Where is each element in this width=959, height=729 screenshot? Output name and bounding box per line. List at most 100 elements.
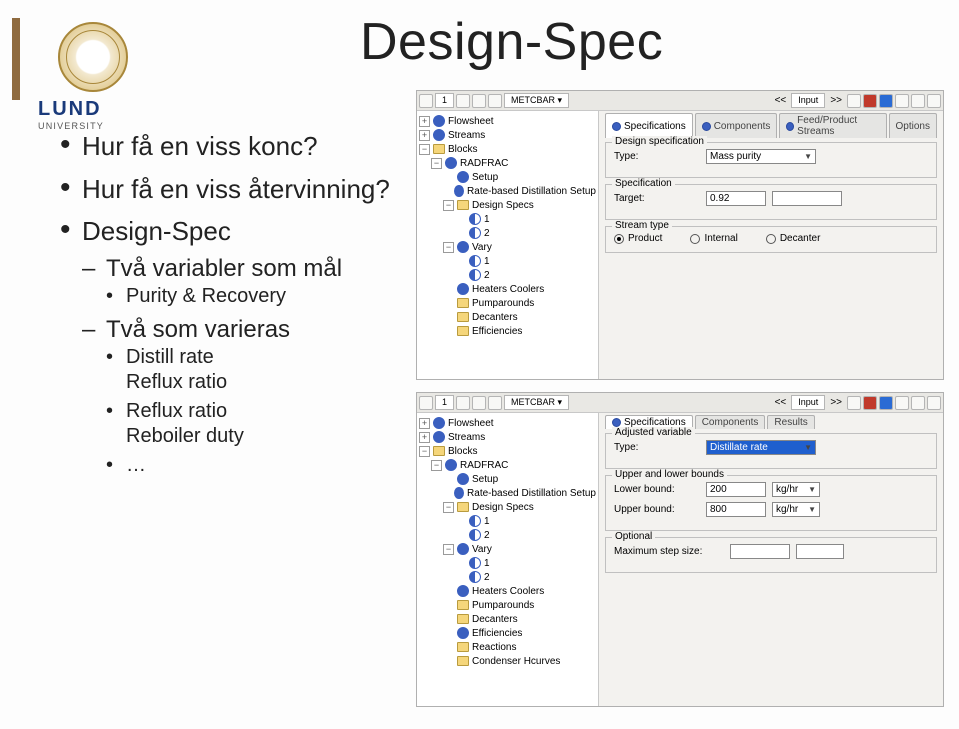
plus-icon[interactable]: + [419,432,430,443]
lower-bound-input[interactable] [706,482,766,497]
lower-bound-unit[interactable]: kg/hr▼ [772,482,820,497]
tool-icon[interactable] [895,94,909,108]
tool-icon[interactable] [895,396,909,410]
tool-icon[interactable] [488,94,502,108]
nav-back-icon[interactable] [419,94,433,108]
tree-v-1[interactable]: 1 [484,256,490,267]
type-select-b[interactable]: Distillate rate▼ [706,440,816,455]
minus-icon[interactable]: − [419,446,430,457]
tab-specifications[interactable]: Specifications [605,113,693,138]
minus-icon[interactable]: − [419,144,430,155]
nav-fwd-icon[interactable] [456,94,470,108]
plus-icon[interactable]: + [419,418,430,429]
tree-setup[interactable]: Setup [472,172,498,183]
tree-ds-1[interactable]: 1 [484,516,490,527]
tool-icon[interactable] [911,396,925,410]
tree-pa[interactable]: Pumparounds [472,298,534,309]
type-select[interactable]: Mass purity▼ [706,149,816,164]
tool-icon[interactable] [927,94,941,108]
max-step-input[interactable] [730,544,790,559]
subsub-2b: Reflux ratio Reboiler duty [106,399,390,449]
tree-designspecs[interactable]: Design Specs [472,200,534,211]
tree-streams[interactable]: Streams [448,432,485,443]
nav-next[interactable]: >> [827,95,845,106]
radio-decanter[interactable]: Decanter [766,233,821,244]
tree-ds-1[interactable]: 1 [484,214,490,225]
tab-results[interactable]: Results [767,415,814,429]
tree-ds-2[interactable]: 2 [484,228,490,239]
tree-flowsheet[interactable]: Flowsheet [448,418,494,429]
tree-streams[interactable]: Streams [448,130,485,141]
stop-icon[interactable] [863,396,877,410]
plus-icon[interactable]: + [419,116,430,127]
tree-vary[interactable]: Vary [472,544,492,555]
nav-prev[interactable]: << [772,397,790,408]
tab-components[interactable]: Components [695,113,778,138]
radio-internal[interactable]: Internal [690,233,737,244]
nav-prev[interactable]: << [772,95,790,106]
tree-hc[interactable]: Heaters Coolers [472,284,544,295]
nav-select[interactable]: Input [791,93,825,108]
tree-radfrac[interactable]: RADFRAC [460,460,508,471]
tree-hc[interactable]: Heaters Coolers [472,586,544,597]
tree-ch[interactable]: Condenser Hcurves [472,656,560,667]
group-specification: Specification Target: [605,184,937,220]
tree-blocks[interactable]: Blocks [448,144,477,155]
tree-eff[interactable]: Efficiencies [472,326,522,337]
tree-pa[interactable]: Pumparounds [472,600,534,611]
tree-eff[interactable]: Efficiencies [472,628,522,639]
target-units-input[interactable] [772,191,842,206]
tree-radfrac[interactable]: RADFRAC [460,158,508,169]
max-step-unit[interactable] [796,544,844,559]
minus-icon[interactable]: − [443,544,454,555]
nav-tree-bottom[interactable]: +Flowsheet +Streams −Blocks −RADFRAC Set… [417,413,599,706]
tree-rbds[interactable]: Rate-based Distillation Setup [467,186,596,197]
counter-field[interactable]: 1 [435,93,454,108]
tree-v-1[interactable]: 1 [484,558,490,569]
tree-ds-2[interactable]: 2 [484,530,490,541]
minus-icon[interactable]: − [443,200,454,211]
tree-vary[interactable]: Vary [472,242,492,253]
tree-dec[interactable]: Decanters [472,312,518,323]
tree-v-2[interactable]: 2 [484,270,490,281]
counter-field[interactable]: 1 [435,395,454,410]
units-select[interactable]: METCBAR ▾ [504,395,569,410]
tool-icon[interactable] [927,396,941,410]
minus-icon[interactable]: − [443,502,454,513]
nav-select[interactable]: Input [791,395,825,410]
minus-icon[interactable]: − [431,158,442,169]
tool-icon[interactable] [911,94,925,108]
minus-icon[interactable]: − [443,242,454,253]
tool-icon[interactable] [847,94,861,108]
tab-components[interactable]: Components [695,415,766,429]
nav-fwd-icon[interactable] [456,396,470,410]
tab-options[interactable]: Options [889,113,937,138]
target-input[interactable] [706,191,766,206]
plus-icon[interactable]: + [419,130,430,141]
run-icon[interactable] [879,396,893,410]
nav-next[interactable]: >> [827,397,845,408]
tree-dec[interactable]: Decanters [472,614,518,625]
minus-icon[interactable]: − [431,460,442,471]
tree-rea[interactable]: Reactions [472,642,516,653]
nav-tree-top[interactable]: +Flowsheet +Streams −Blocks −RADFRAC Set… [417,111,599,379]
stop-icon[interactable] [863,94,877,108]
upper-bound-input[interactable] [706,502,766,517]
tree-flowsheet[interactable]: Flowsheet [448,116,494,127]
tool-icon[interactable] [847,396,861,410]
tree-setup[interactable]: Setup [472,474,498,485]
tree-blocks[interactable]: Blocks [448,446,477,457]
upper-bound-unit[interactable]: kg/hr▼ [772,502,820,517]
tab-feed-product-streams[interactable]: Feed/Product Streams [779,113,886,138]
tool-icon[interactable] [488,396,502,410]
tree-v-2[interactable]: 2 [484,572,490,583]
group-bounds: Upper and lower bounds Lower bound: kg/h… [605,475,937,531]
radio-product[interactable]: Product [614,233,662,244]
tree-designspecs[interactable]: Design Specs [472,502,534,513]
nav-back-icon[interactable] [419,396,433,410]
tool-icon[interactable] [472,94,486,108]
units-select[interactable]: METCBAR ▾ [504,93,569,108]
run-icon[interactable] [879,94,893,108]
tool-icon[interactable] [472,396,486,410]
tree-rbds[interactable]: Rate-based Distillation Setup [467,488,596,499]
